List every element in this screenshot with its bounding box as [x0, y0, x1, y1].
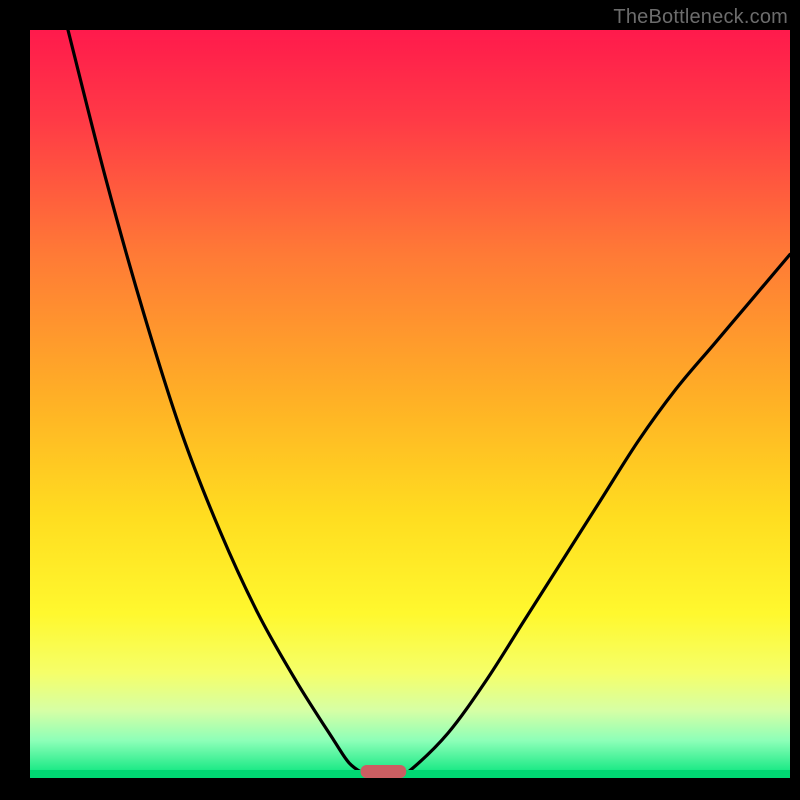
chart-frame: TheBottleneck.com: [0, 0, 800, 800]
plot-background: [30, 30, 790, 778]
bottleneck-chart: [0, 0, 800, 800]
watermark-text: TheBottleneck.com: [613, 6, 788, 29]
bottleneck-marker-pill: [361, 765, 407, 778]
baseline-green-strip: [30, 770, 790, 778]
